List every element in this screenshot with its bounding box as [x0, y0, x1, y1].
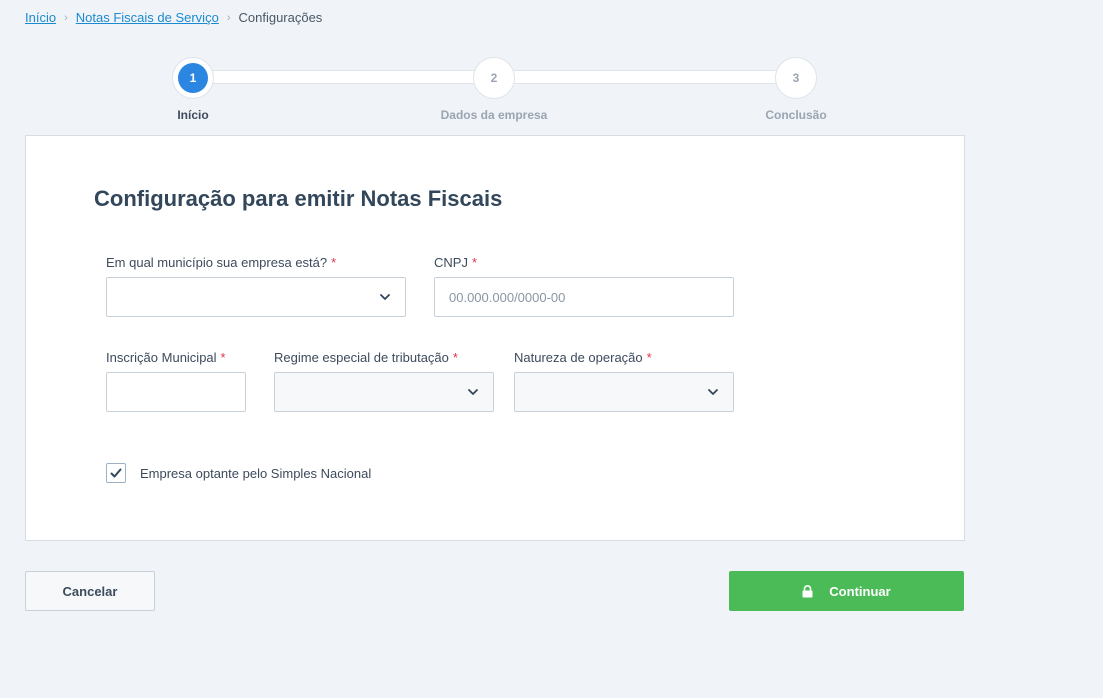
step-3-circle: 3 [775, 57, 817, 99]
lock-icon [802, 584, 813, 598]
inscricao-municipal-label: Inscrição Municipal * [106, 350, 226, 365]
chevron-down-icon [380, 294, 390, 300]
step-2-number: 2 [490, 71, 498, 85]
continue-button[interactable]: Continuar [729, 571, 964, 611]
step-1-indicator: 1 [178, 63, 208, 93]
chevron-down-icon [708, 389, 718, 395]
chevron-down-icon [468, 389, 478, 395]
simples-nacional-option[interactable]: Empresa optante pelo Simples Nacional [106, 463, 371, 483]
step-1-circle: 1 [172, 57, 214, 99]
step-2-circle: 2 [473, 57, 515, 99]
inscricao-municipal-label-text: Inscrição Municipal [106, 350, 217, 365]
municipio-label-text: Em qual município sua empresa está? [106, 255, 328, 270]
inscricao-municipal-input[interactable] [106, 372, 246, 412]
step-1-number: 1 [189, 71, 197, 85]
cnpj-label-text: CNPJ [434, 255, 468, 270]
required-mark: * [220, 350, 226, 365]
step-3-number: 3 [792, 71, 800, 85]
progress-stepper: 1 2 3 Início Dados da empresa Conclusão [0, 0, 1103, 130]
regime-especial-label: Regime especial de tributação * [274, 350, 458, 365]
cnpj-label: CNPJ * [434, 255, 477, 270]
required-mark: * [452, 350, 458, 365]
step-2-label: Dados da empresa [440, 108, 548, 122]
cnpj-input[interactable] [434, 277, 734, 317]
natureza-operacao-select[interactable] [514, 372, 734, 412]
natureza-operacao-label-text: Natureza de operação [514, 350, 643, 365]
municipio-label: Em qual município sua empresa está? * [106, 255, 336, 270]
continue-button-label: Continuar [829, 583, 891, 599]
configuration-card: Configuração para emitir Notas Fiscais E… [25, 135, 965, 541]
simples-nacional-checkbox[interactable] [106, 463, 126, 483]
simples-nacional-label: Empresa optante pelo Simples Nacional [140, 465, 372, 481]
page-title: Configuração para emitir Notas Fiscais [94, 186, 503, 211]
regime-especial-label-text: Regime especial de tributação [274, 350, 449, 365]
required-mark: * [471, 255, 478, 270]
municipio-select[interactable] [106, 277, 406, 317]
check-icon [110, 468, 122, 478]
step-1-label: Início [177, 108, 209, 122]
step-3-label: Conclusão [765, 108, 827, 122]
required-mark: * [646, 350, 652, 365]
regime-especial-select[interactable] [274, 372, 494, 412]
required-mark: * [331, 255, 337, 270]
natureza-operacao-label: Natureza de operação * [514, 350, 652, 365]
cancel-button[interactable]: Cancelar [25, 571, 155, 611]
